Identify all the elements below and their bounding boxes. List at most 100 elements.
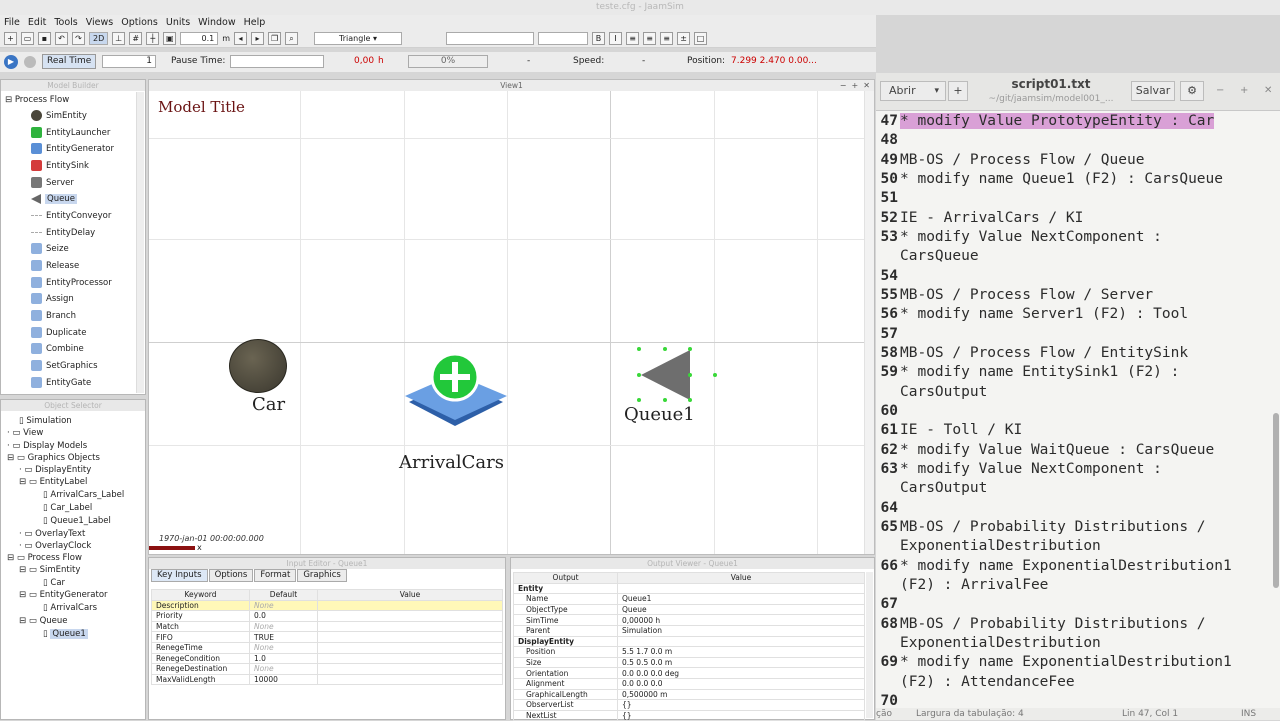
code-line[interactable]: 62 * modify Value WaitQueue : CarsQueue bbox=[876, 442, 1270, 461]
table-row[interactable]: Priority 0.0 bbox=[151, 610, 503, 622]
real-time-button[interactable]: Real Time bbox=[42, 54, 97, 69]
stop-button[interactable] bbox=[24, 56, 36, 68]
real-time-factor-input[interactable]: 1 bbox=[102, 55, 156, 68]
view-window-controls[interactable]: − + ✕ bbox=[840, 80, 870, 91]
code-line[interactable]: ExponentialDestribution bbox=[876, 635, 1270, 654]
menu-help[interactable]: Help bbox=[244, 17, 266, 28]
code-line[interactable]: CarsOutput bbox=[876, 384, 1270, 403]
palette-entitylauncher[interactable]: EntityLauncher bbox=[31, 127, 110, 140]
table-row[interactable]: Match None bbox=[151, 620, 503, 633]
table-row[interactable]: Position 5.5 1.7 0.0 m bbox=[513, 646, 865, 658]
redo-icon[interactable]: ↷ bbox=[72, 32, 85, 45]
pause-time-input[interactable] bbox=[230, 55, 324, 68]
code-line[interactable]: 61 IE - Toll / KI bbox=[876, 422, 1270, 441]
tree-entitygenerator[interactable]: ⊟ ▭ EntityGenerator bbox=[19, 589, 108, 602]
tree-queue1-label[interactable]: ▯ Queue1_Label bbox=[43, 515, 111, 528]
save-icon[interactable]: ▪ bbox=[38, 32, 51, 45]
palette-duplicate[interactable]: Duplicate bbox=[31, 327, 87, 340]
play-button[interactable]: ▶ bbox=[4, 55, 18, 69]
palette-entityconveyor[interactable]: EntityConveyor bbox=[31, 210, 111, 223]
code-line[interactable]: 67 bbox=[876, 596, 1270, 615]
palette-entitydelay[interactable]: EntityDelay bbox=[31, 227, 95, 240]
code-line[interactable]: 65 MB-OS / Probability Distributions / bbox=[876, 519, 1270, 538]
align-left-icon[interactable]: ≡ bbox=[626, 32, 640, 45]
grid-icon[interactable]: # bbox=[129, 32, 143, 45]
menu-tools[interactable]: Tools bbox=[54, 17, 77, 28]
tab-key-inputs[interactable]: Key Inputs bbox=[151, 569, 208, 582]
menu-options[interactable]: Options bbox=[121, 17, 158, 28]
code-line[interactable]: 58 MB-OS / Process Flow / EntitySink bbox=[876, 345, 1270, 364]
table-row[interactable]: Alignment 0.0 0.0 0.0 bbox=[513, 677, 865, 690]
code-line[interactable]: (F2) : AttendanceFee bbox=[876, 674, 1270, 693]
code-line[interactable]: 55 MB-OS / Process Flow / Server bbox=[876, 287, 1270, 306]
layer-icon[interactable]: ▣ bbox=[163, 32, 177, 45]
menu-window[interactable]: Window bbox=[198, 17, 235, 28]
color-select[interactable] bbox=[446, 32, 535, 45]
output-scrollbar[interactable] bbox=[866, 572, 873, 718]
car-label[interactable]: Car bbox=[252, 394, 285, 415]
palette-simentity[interactable]: SimEntity bbox=[31, 110, 87, 123]
palette-entityprocessor[interactable]: EntityProcessor bbox=[31, 277, 112, 290]
close-icon[interactable]: ✕ bbox=[1264, 85, 1272, 96]
value-cell[interactable] bbox=[317, 663, 503, 675]
undo-icon[interactable]: ↶ bbox=[55, 32, 68, 45]
code-line[interactable]: 69 * modify name ExponentialDestribution1 bbox=[876, 654, 1270, 673]
table-row[interactable]: SimTime 0,00000 h bbox=[513, 614, 865, 626]
code-line[interactable]: 53 * modify Value NextComponent : bbox=[876, 229, 1270, 248]
code-line[interactable]: 47 * modify Value PrototypeEntity : Car bbox=[876, 113, 1270, 132]
border-icon[interactable]: □ bbox=[694, 32, 708, 45]
find-icon[interactable]: ⌕ bbox=[285, 32, 299, 45]
tree-car-label[interactable]: ▯ Car_Label bbox=[43, 502, 92, 515]
palette-combine[interactable]: Combine bbox=[31, 343, 84, 356]
open-button[interactable]: Abrir ▾ bbox=[880, 81, 946, 101]
arrow-right-icon[interactable]: ▸ bbox=[251, 32, 265, 45]
queue1-triangle[interactable] bbox=[633, 343, 719, 405]
status-tab-width[interactable]: Largura da tabulação: 4 bbox=[916, 708, 1024, 720]
tab-graphics[interactable]: Graphics bbox=[297, 569, 347, 582]
tree-entitylabel[interactable]: ⊟ ▭ EntityLabel bbox=[19, 476, 87, 489]
table-row[interactable]: GraphicalLength 0,500000 m bbox=[513, 688, 865, 701]
table-row[interactable]: ObjectType Queue bbox=[513, 603, 865, 616]
code-line[interactable]: 60 bbox=[876, 403, 1270, 422]
table-row[interactable]: RenegeCondition 1.0 bbox=[151, 652, 503, 665]
value-cell[interactable] bbox=[317, 652, 503, 665]
code-line[interactable]: 50 * modify name Queue1 (F2) : CarsQueue bbox=[876, 171, 1270, 190]
zoom-icon[interactable]: ± bbox=[677, 32, 691, 45]
code-line[interactable]: 56 * modify name Server1 (F2) : Tool bbox=[876, 306, 1270, 325]
italic-icon[interactable]: I bbox=[609, 32, 623, 45]
code-line[interactable]: 49 MB-OS / Process Flow / Queue bbox=[876, 152, 1270, 171]
editor-scrollbar[interactable] bbox=[1273, 413, 1279, 588]
value-cell[interactable] bbox=[317, 610, 503, 622]
code-line[interactable]: 66 * modify name ExponentialDestribution1 bbox=[876, 558, 1270, 577]
copy-icon[interactable]: ❐ bbox=[268, 32, 282, 45]
arrow-left-icon[interactable]: ◂ bbox=[234, 32, 248, 45]
axis-icon[interactable]: ┼ bbox=[146, 32, 160, 45]
tree-view[interactable]: · ▭ View bbox=[7, 427, 43, 440]
menu-file[interactable]: File bbox=[4, 17, 20, 28]
snap-icon[interactable]: ⊥ bbox=[112, 32, 126, 45]
code-line[interactable]: 68 MB-OS / Probability Distributions / bbox=[876, 616, 1270, 635]
editor-text-area[interactable]: 47 * modify Value PrototypeEntity : Car 48… bbox=[876, 111, 1270, 708]
bold-icon[interactable]: B bbox=[592, 32, 606, 45]
palette-branch[interactable]: Branch bbox=[31, 310, 76, 323]
table-row[interactable]: RenegeDestination None bbox=[151, 663, 503, 675]
tree-simentity[interactable]: ⊟ ▭ SimEntity bbox=[19, 564, 80, 577]
tree-arrivalcars-label[interactable]: ▯ ArrivalCars_Label bbox=[43, 489, 124, 502]
value-cell[interactable] bbox=[317, 673, 503, 686]
mode-2d-button[interactable]: 2D bbox=[89, 32, 109, 45]
maximize-icon[interactable]: + bbox=[1240, 85, 1248, 96]
save-button[interactable]: Salvar bbox=[1131, 81, 1175, 101]
code-line[interactable]: (F2) : ArrivalFee bbox=[876, 577, 1270, 596]
car-entity[interactable] bbox=[229, 339, 287, 393]
arrival-cars-generator[interactable] bbox=[403, 350, 509, 440]
align-center-icon[interactable]: ≡ bbox=[643, 32, 657, 45]
table-row[interactable]: Entity bbox=[513, 582, 865, 595]
code-line[interactable]: 59 * modify name EntitySink1 (F2) : bbox=[876, 364, 1270, 383]
palette-release[interactable]: Release bbox=[31, 260, 79, 273]
palette-seize[interactable]: Seize bbox=[31, 243, 69, 256]
code-line[interactable]: CarsOutput bbox=[876, 480, 1270, 499]
table-row[interactable]: Name Queue1 bbox=[513, 593, 865, 605]
increment-input[interactable]: 0.1 bbox=[180, 32, 219, 45]
table-row[interactable]: Size 0.5 0.5 0.0 m bbox=[513, 656, 865, 669]
palette-queue[interactable]: Queue bbox=[31, 193, 77, 206]
